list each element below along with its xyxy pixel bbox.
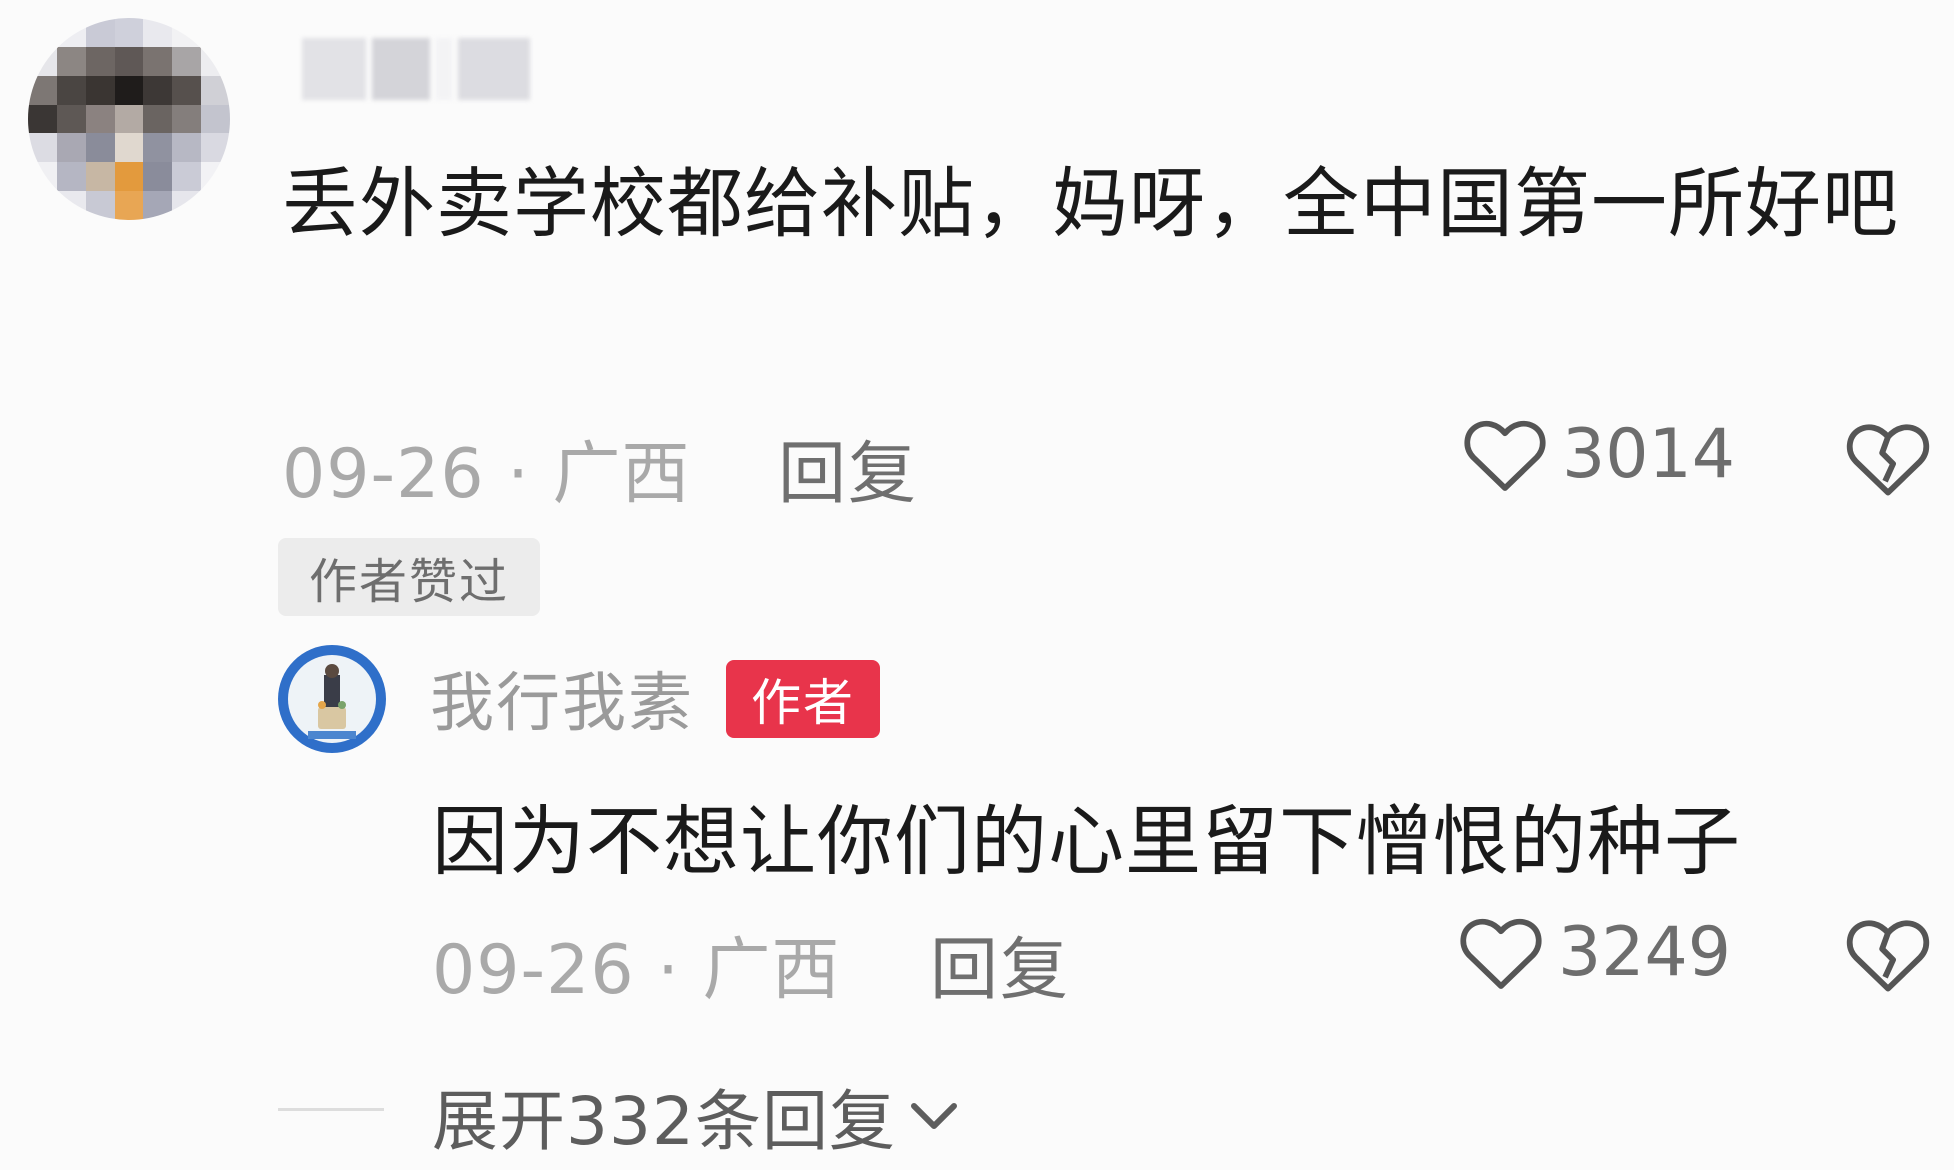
commenter-avatar[interactable] xyxy=(28,18,230,220)
author-username[interactable]: 我行我素 xyxy=(430,652,694,744)
expand-divider-line xyxy=(278,1108,384,1111)
chevron-down-icon xyxy=(910,1103,957,1129)
author-reply-text: 因为不想让你们的心里留下憎恨的种子 xyxy=(432,797,1741,886)
heart-outline-icon xyxy=(1460,918,1542,989)
liked-by-author-badge: 作者赞过 xyxy=(278,538,540,616)
broken-heart-icon[interactable] xyxy=(1844,914,1932,994)
reply-like-count: 3249 xyxy=(1558,912,1732,992)
comment-like-count: 3014 xyxy=(1562,414,1736,494)
reply-reply-button[interactable]: 回复 xyxy=(930,914,1070,1013)
comment-reply-button[interactable]: 回复 xyxy=(778,418,918,517)
comment-like-button[interactable]: 3014 xyxy=(1462,414,1735,494)
expand-replies-button[interactable]: 展开332条回复 xyxy=(432,1068,962,1164)
commenter-username-blurred[interactable] xyxy=(302,38,534,100)
broken-heart-icon[interactable] xyxy=(1844,418,1932,498)
author-badge: 作者 xyxy=(726,660,880,738)
reply-like-button[interactable]: 3249 xyxy=(1458,912,1731,992)
heart-outline-icon xyxy=(1464,420,1546,491)
expand-replies-label: 展开332条回复 xyxy=(432,1083,896,1160)
author-avatar[interactable] xyxy=(278,645,386,753)
reply-date-location: 09-26 · 广西 xyxy=(432,931,841,1010)
comment-text: 丢外卖学校都给补贴，妈呀，全中国第一所好吧 xyxy=(282,159,1899,248)
comment-date-location: 09-26 · 广西 xyxy=(282,435,691,514)
